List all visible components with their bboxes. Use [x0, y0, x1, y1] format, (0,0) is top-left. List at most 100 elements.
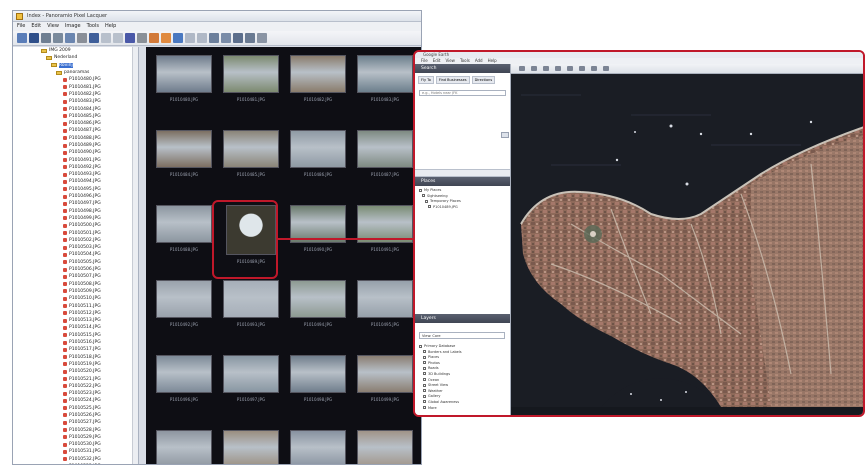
thumbnail[interactable]: P1010491.JPG: [357, 205, 413, 252]
checkbox[interactable]: [423, 400, 426, 404]
tree-file[interactable]: P1010480.JPG: [13, 76, 138, 83]
search-panel-header[interactable]: Search: [415, 64, 510, 73]
tree-file[interactable]: P1010517.JPG: [13, 346, 138, 353]
menu-item-view[interactable]: View: [47, 23, 59, 29]
map-menu-item-edit[interactable]: Edit: [433, 58, 441, 63]
checkbox[interactable]: [419, 188, 422, 192]
tree-file[interactable]: P1010528.JPG: [13, 426, 138, 433]
thumbnail[interactable]: P1010480.JPG: [156, 55, 212, 102]
tree-file[interactable]: P1010529.JPG: [13, 434, 138, 441]
tree-file[interactable]: P1010487.JPG: [13, 127, 138, 134]
thumbnail[interactable]: P1010481.JPG: [223, 55, 279, 102]
checkbox[interactable]: [423, 394, 426, 398]
up-icon[interactable]: [101, 33, 111, 43]
forward-icon[interactable]: [197, 33, 207, 43]
tree-file[interactable]: P1010521.JPG: [13, 375, 138, 382]
search-go-button[interactable]: [501, 132, 509, 138]
map-menu-item-view[interactable]: View: [445, 58, 455, 63]
placemark-icon[interactable]: [531, 66, 537, 71]
overlay-icon[interactable]: [567, 66, 573, 71]
list-icon[interactable]: [173, 33, 183, 43]
search-tab[interactable]: Find Businesses: [435, 76, 470, 84]
map-menu-item-tools[interactable]: Tools: [460, 58, 470, 63]
tree-file[interactable]: P1010512.JPG: [13, 310, 138, 317]
tree-file[interactable]: P1010514.JPG: [13, 324, 138, 331]
checkbox[interactable]: [423, 406, 426, 410]
tree-file[interactable]: P1010507.JPG: [13, 273, 138, 280]
checkbox[interactable]: [423, 361, 426, 365]
checkbox[interactable]: [428, 205, 431, 208]
tree-file[interactable]: P1010509.JPG: [13, 288, 138, 295]
thumbnail[interactable]: P1010500.JPG: [156, 430, 212, 464]
thumbnail[interactable]: P1010486.JPG: [290, 130, 346, 177]
tree-file[interactable]: P1010482.JPG: [13, 91, 138, 98]
thumbnail[interactable]: P1010499.JPG: [357, 355, 413, 402]
tree-file[interactable]: P1010518.JPG: [13, 353, 138, 360]
checkbox[interactable]: [423, 378, 426, 382]
thumbnail[interactable]: P1010496.JPG: [156, 355, 212, 402]
thumbnail[interactable]: P1010483.JPG: [357, 55, 413, 102]
tree-file[interactable]: P1010495.JPG: [13, 186, 138, 193]
tree-file[interactable]: P1010516.JPG: [13, 339, 138, 346]
thumbnail[interactable]: P1010502.JPG: [290, 430, 346, 464]
tree-file[interactable]: P1010493.JPG: [13, 171, 138, 178]
layers-item[interactable]: More: [419, 406, 462, 412]
tree-file[interactable]: P1010525.JPG: [13, 405, 138, 412]
thumbnail[interactable]: P1010485.JPG: [223, 130, 279, 177]
folder-tree[interactable]: IMG 2009 Nederland Rovinj panoramas P1010480…: [13, 47, 139, 464]
tree-folder[interactable]: Rovinj: [13, 62, 138, 69]
view-icon[interactable]: [29, 33, 39, 43]
thumbnail[interactable]: P1010495.JPG: [357, 280, 413, 327]
tree-file[interactable]: P1010505.JPG: [13, 259, 138, 266]
menu-item-help[interactable]: Help: [105, 23, 116, 29]
export-icon[interactable]: [161, 33, 171, 43]
tree-file[interactable]: P1010532.JPG: [13, 456, 138, 463]
tree-file[interactable]: P1010499.JPG: [13, 215, 138, 222]
dollar-icon[interactable]: [77, 33, 87, 43]
map-menu-item-add[interactable]: Add: [475, 58, 483, 63]
tree-folder[interactable]: IMG 2009: [13, 47, 138, 54]
tree-file[interactable]: P1010497.JPG: [13, 200, 138, 207]
fly-to-input[interactable]: e.g., Hotels near JFK: [419, 90, 506, 96]
map-menu-item-help[interactable]: Help: [488, 58, 497, 63]
tree-file[interactable]: P1010489.JPG: [13, 142, 138, 149]
tree-folder[interactable]: panoramas: [13, 69, 138, 76]
tree-file[interactable]: P1010520.JPG: [13, 368, 138, 375]
tree-file[interactable]: P1010483.JPG: [13, 98, 138, 105]
checkbox[interactable]: [423, 366, 426, 370]
checkbox[interactable]: [423, 372, 426, 376]
tree-file[interactable]: P1010531.JPG: [13, 448, 138, 455]
grid-icon[interactable]: [41, 33, 51, 43]
tree-file[interactable]: P1010523.JPG: [13, 390, 138, 397]
tree-file[interactable]: P1010524.JPG: [13, 397, 138, 404]
print-icon[interactable]: [53, 33, 63, 43]
map-menu-item-file[interactable]: File: [421, 58, 428, 63]
zoom-icon[interactable]: [233, 33, 243, 43]
tree-file[interactable]: P1010522.JPG: [13, 383, 138, 390]
tree-file[interactable]: P1010530.JPG: [13, 441, 138, 448]
places-item[interactable]: P1010489.JPG: [419, 205, 461, 211]
checkbox[interactable]: [422, 194, 425, 197]
thumbnail[interactable]: P1010482.JPG: [290, 55, 346, 102]
thumbnail[interactable]: P1010490.JPG: [290, 205, 346, 252]
checkbox[interactable]: [423, 355, 426, 359]
back-icon[interactable]: [185, 33, 195, 43]
layers-panel-header[interactable]: Layers: [415, 314, 510, 323]
settings-icon[interactable]: [257, 33, 267, 43]
tree-file[interactable]: P1010527.JPG: [13, 419, 138, 426]
thumbnail[interactable]: P1010492.JPG: [156, 280, 212, 327]
menu-item-file[interactable]: File: [17, 23, 25, 29]
display-icon[interactable]: [89, 33, 99, 43]
zoom-in-icon[interactable]: [209, 33, 219, 43]
tree-scrollbar[interactable]: [132, 47, 138, 464]
email-icon[interactable]: [591, 66, 597, 71]
tree-file[interactable]: P1010500.JPG: [13, 222, 138, 229]
tree-file[interactable]: P1010526.JPG: [13, 412, 138, 419]
ruler-icon[interactable]: [579, 66, 585, 71]
thumbnail[interactable]: P1010493.JPG: [223, 280, 279, 327]
thumbnail[interactable]: P1010501.JPG: [223, 430, 279, 464]
search-tab[interactable]: Directions: [471, 76, 496, 84]
thumbnail[interactable]: P1010488.JPG: [156, 205, 212, 252]
new-icon[interactable]: [17, 33, 27, 43]
menu-item-tools[interactable]: Tools: [87, 23, 99, 29]
